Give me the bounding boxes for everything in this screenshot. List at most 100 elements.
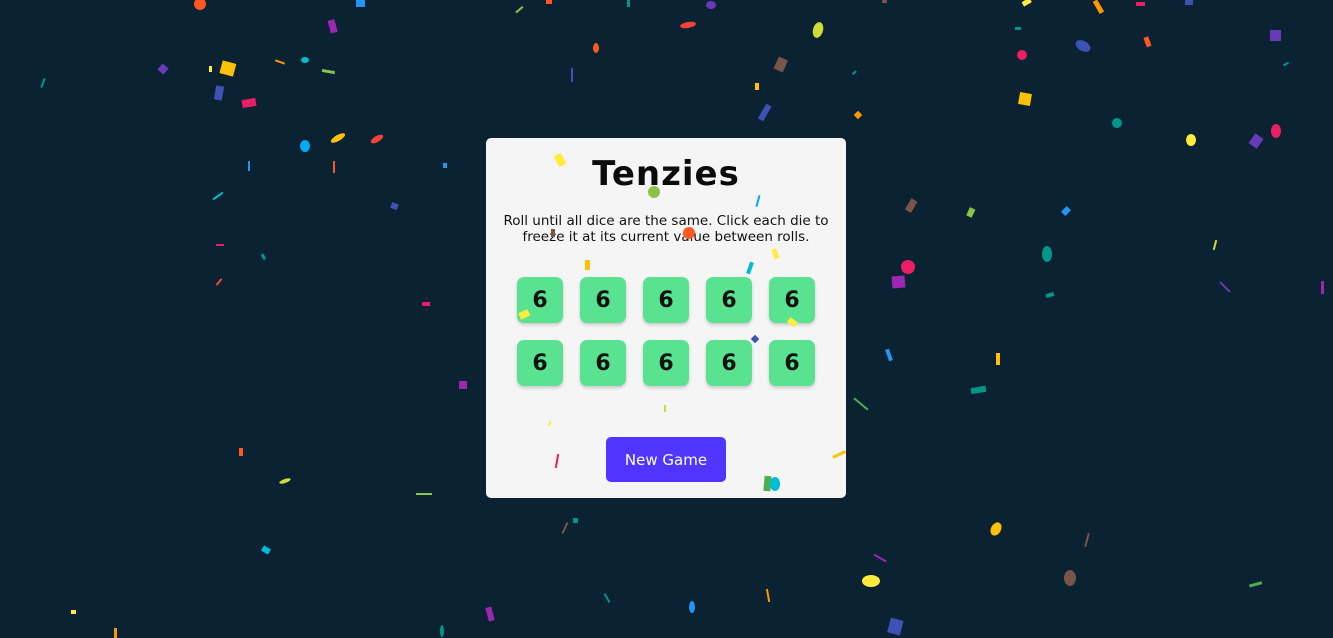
confetti-piece [416,493,432,495]
die-1[interactable]: 6 [517,277,563,323]
new-game-button[interactable]: New Game [606,437,726,482]
confetti-piece [248,161,250,171]
confetti-piece [157,63,169,75]
confetti-piece [239,448,243,456]
confetti-piece [1186,134,1196,146]
die-5[interactable]: 6 [769,277,815,323]
confetti-piece [1064,570,1076,586]
confetti-piece [71,610,76,614]
confetti-piece [209,66,212,72]
page-title: Tenzies [592,154,740,194]
confetti-piece [1271,124,1281,138]
confetti-piece [765,588,771,603]
confetti-piece [1212,239,1218,251]
confetti-piece [1017,50,1027,60]
confetti-piece [546,0,552,4]
confetti-piece [1136,2,1145,6]
confetti-piece [573,518,578,523]
confetti-piece [370,134,384,144]
confetti-piece [966,207,976,218]
confetti-piece [904,198,918,214]
die-9[interactable]: 6 [706,340,752,386]
confetti-piece [1185,0,1193,5]
confetti-piece [680,21,696,29]
confetti-piece [1219,281,1231,293]
confetti-piece [1321,281,1324,294]
confetti-piece [260,253,267,261]
confetti-piece [440,625,444,637]
confetti-piece [1042,246,1052,262]
confetti-piece [1270,30,1281,41]
confetti-piece [300,140,310,152]
confetti-piece [330,133,346,143]
confetti-piece [706,1,716,9]
confetti-piece [459,381,467,389]
confetti-piece [390,202,399,211]
die-8[interactable]: 6 [643,340,689,386]
confetti-piece [593,43,599,53]
confetti-piece [1045,292,1055,298]
die-2[interactable]: 6 [580,277,626,323]
confetti-piece [114,628,117,638]
confetti-piece [515,6,524,14]
confetti-piece [561,522,569,534]
confetti-piece [216,244,224,246]
confetti-piece [443,163,447,168]
confetti-piece [885,348,893,362]
confetti-piece [603,593,611,603]
confetti-piece [219,60,237,77]
confetti-piece [1061,206,1071,216]
confetti-piece [1092,0,1105,15]
instructions-text: Roll until all dice are the same. Click … [503,213,829,245]
confetti-piece [422,302,430,306]
confetti-piece [757,103,772,122]
confetti-piece [194,0,206,10]
confetti-piece [1015,27,1021,30]
confetti-piece [1021,0,1032,7]
confetti-piece [773,56,789,73]
confetti-piece [689,601,695,613]
die-10[interactable]: 6 [769,340,815,386]
confetti-piece [901,260,915,274]
confetti-piece [873,553,887,563]
confetti-piece [1248,133,1264,149]
confetti-piece [853,397,869,411]
confetti-piece [627,0,630,7]
confetti-piece [1143,36,1152,48]
confetti-piece [241,97,257,109]
confetti-piece [1248,581,1263,588]
die-7[interactable]: 6 [580,340,626,386]
game-card: Tenzies Roll until all dice are the same… [486,138,846,498]
confetti-piece [1075,40,1091,52]
confetti-piece [333,161,335,173]
confetti-piece [996,353,1000,365]
confetti-piece [970,385,987,395]
confetti-piece [261,545,271,555]
confetti-piece [887,617,904,636]
die-6[interactable]: 6 [517,340,563,386]
confetti-piece [279,478,291,484]
confetti-piece [851,70,857,76]
confetti-piece [1084,532,1090,548]
confetti-piece [755,83,759,90]
confetti-piece [1018,92,1032,106]
confetti-piece [301,57,309,63]
confetti-piece [1282,61,1290,67]
confetti-piece [891,275,906,289]
confetti-piece [212,191,224,201]
confetti-piece [327,19,338,34]
confetti-piece [215,278,223,286]
dice-grid: 6 6 6 6 6 6 6 6 6 6 [517,277,817,386]
confetti-piece [40,77,46,89]
die-4[interactable]: 6 [706,277,752,323]
die-3[interactable]: 6 [643,277,689,323]
confetti-piece [321,68,336,75]
confetti-piece [1112,118,1122,128]
confetti-piece [485,606,495,622]
confetti-piece [882,0,887,3]
confetti-piece [990,522,1002,536]
confetti-piece [812,22,824,38]
confetti-piece [274,59,286,65]
confetti-piece [853,110,863,120]
confetti-piece [356,0,365,7]
